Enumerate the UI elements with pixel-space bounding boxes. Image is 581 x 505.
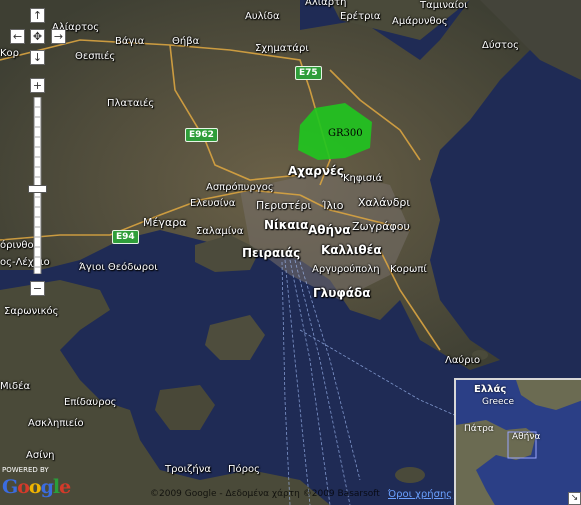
place-label-zografou: Ζωγράφου: [352, 220, 410, 233]
place-label-tamynaioi: Ταμιναίοι: [420, 0, 468, 11]
overview-map-image: [456, 380, 581, 505]
overview-map[interactable]: Ελλάς Greece Πάτρα Αθήνα ↘: [454, 378, 581, 505]
polygon-label: GR300: [328, 128, 363, 139]
overview-toggle-button[interactable]: ↘: [568, 492, 581, 505]
place-label-nikaia: Νίκαια: [264, 218, 309, 232]
highway-shield-e94: E94: [112, 230, 139, 244]
map-copyright: ©2009 Google - Δεδομένα χάρτη ©2009 Basa…: [150, 489, 380, 499]
place-label-avlida: Αυλίδα: [245, 11, 280, 22]
place-label-poros: Πόρος: [228, 464, 260, 475]
place-label-troizina: Τροιζήνα: [165, 464, 211, 475]
overview-label-patra: Πάτρα: [464, 424, 494, 434]
highway-shield-e962: E962: [185, 128, 218, 142]
place-label-acharnes: Αχαρνές: [288, 164, 344, 178]
pan-up-button[interactable]: ↑: [30, 8, 45, 23]
place-label-aspropyrgos: Ασπρόπυργος: [206, 182, 274, 193]
place-label-agioi: Άγιοι Θεόδωροι: [79, 262, 158, 273]
place-label-plataies: Πλαταιές: [107, 98, 155, 109]
place-label-asini: Ασίνη: [26, 450, 55, 461]
place-label-epidavros: Επίδαυρος: [64, 397, 117, 408]
zoom-out-button[interactable]: −: [30, 281, 45, 296]
place-label-kifisia: Κηφισιά: [343, 173, 383, 184]
place-label-mideia: Μιδέα: [0, 381, 31, 392]
place-label-schimatari: Σχηματάρι: [255, 43, 309, 54]
overview-label-country: Ελλάς: [474, 384, 507, 395]
place-label-kallithea: Καλλιθέα: [321, 243, 382, 257]
place-label-korinth-top: Κορ: [0, 48, 20, 59]
place-label-salamina: Σαλαμίνα: [196, 226, 244, 237]
pan-right-button[interactable]: →: [51, 29, 66, 44]
place-label-megara: Μέγαρα: [143, 216, 187, 229]
place-label-glyfada: Γλυφάδα: [313, 286, 371, 300]
powered-by-label: POWERED BY: [2, 466, 49, 474]
terms-of-use-link[interactable]: Όροι χρήσης: [388, 489, 452, 500]
place-label-eretria: Ερέτρια: [340, 11, 381, 22]
zoom-in-button[interactable]: +: [30, 78, 45, 93]
place-label-peiraias: Πειραιάς: [242, 246, 301, 260]
place-label-athina: Αθήνα: [308, 223, 351, 237]
pan-left-button[interactable]: ←: [10, 29, 25, 44]
place-label-vagia: Βάγια: [115, 36, 145, 47]
place-label-argyroupoli: Αργυρούπολη: [312, 264, 380, 275]
pan-center-button[interactable]: ✥: [30, 29, 45, 44]
zoom-slider-handle[interactable]: [28, 185, 47, 193]
place-label-thiva: Θήβα: [172, 36, 200, 47]
place-label-dystos: Δύστος: [482, 40, 519, 51]
overview-label-athina: Αθήνα: [512, 432, 541, 442]
place-label-top: Αλιαρτή: [305, 0, 347, 8]
place-label-asklipieio: Ασκληπιείο: [28, 418, 84, 429]
place-label-amarynthos: Αμάρυνθος: [392, 16, 448, 27]
place-label-peristeri: Περιστέρι: [256, 199, 312, 212]
place-label-elefsina: Ελευσίνα: [190, 198, 236, 209]
google-logo[interactable]: Google: [2, 476, 71, 498]
pan-down-button[interactable]: ↓: [30, 50, 45, 65]
place-label-saronikos: Σαρωνικός: [4, 306, 59, 317]
place-label-chalandri: Χαλάνδρι: [358, 196, 411, 209]
place-label-lavrio: Λαύριο: [445, 355, 481, 366]
highway-shield-e75: E75: [295, 66, 322, 80]
place-label-ilio: Ίλιο: [322, 199, 344, 212]
overview-label-country-en: Greece: [482, 397, 515, 407]
place-label-koropi: Κορωπί: [390, 264, 427, 275]
place-label-thespies: Θεσπιές: [75, 51, 116, 62]
